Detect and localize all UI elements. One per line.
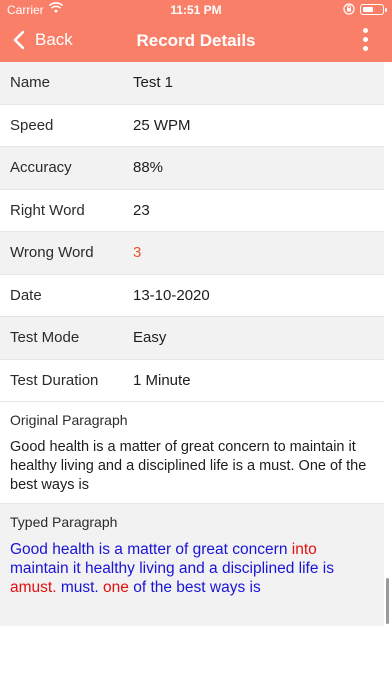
detail-label: Right Word [10, 201, 85, 219]
typed-segment-wrong: one [103, 579, 129, 596]
typed-paragraph-title: Typed Paragraph [10, 514, 118, 530]
more-options-icon[interactable] [360, 28, 370, 54]
app-header: Carrier 11:51 PM Back Record Details [0, 0, 392, 62]
detail-label: Date [10, 286, 42, 304]
detail-value: Test 1 [133, 74, 174, 92]
typed-paragraph-text: Good health is a matter of great concern… [10, 540, 374, 597]
detail-label: Wrong Word [10, 244, 94, 262]
detail-row-right-word: Right Word 23 [0, 190, 384, 232]
detail-row-name: Name Test 1 [0, 62, 384, 105]
detail-value: 88% [133, 159, 164, 177]
detail-value: 23 [133, 201, 150, 219]
typed-segment-correct: Good health is a matter of great concern [10, 541, 292, 558]
detail-label: Name [10, 74, 51, 92]
typed-segment-correct: maintain it healthy living and a discipl… [10, 560, 334, 577]
detail-value: 13-10-2020 [133, 286, 210, 304]
scrollbar-thumb[interactable] [386, 578, 389, 624]
status-bar: Carrier 11:51 PM [0, 0, 392, 20]
original-paragraph-section: Original Paragraph Good health is a matt… [0, 402, 384, 504]
detail-label: Speed [10, 116, 54, 134]
typed-segment-wrong: amust. [10, 579, 57, 596]
record-details: Name Test 1 Speed 25 WPM Accuracy 88% Ri… [0, 62, 384, 626]
detail-value: 25 WPM [133, 116, 191, 134]
status-time: 11:51 PM [170, 3, 222, 17]
original-paragraph-text: Good health is a matter of great concern… [10, 439, 367, 493]
detail-row-test-mode: Test Mode Easy [0, 317, 384, 360]
detail-row-speed: Speed 25 WPM [0, 105, 384, 147]
typed-paragraph-section: Typed Paragraph Good health is a matter … [0, 504, 384, 626]
detail-row-wrong-word: Wrong Word 3 [0, 232, 384, 275]
typed-segment-wrong: into [291, 541, 317, 558]
detail-value: 1 Minute [133, 371, 191, 389]
typed-segment-correct: of the best ways is [128, 579, 261, 596]
detail-value: 3 [133, 244, 142, 262]
detail-row-date: Date 13-10-2020 [0, 275, 384, 317]
original-paragraph-title: Original Paragraph [10, 412, 128, 428]
detail-label: Test Duration [10, 371, 99, 389]
detail-row-accuracy: Accuracy 88% [0, 147, 384, 190]
nav-bar: Back Record Details [0, 20, 392, 62]
detail-value: Easy [133, 329, 167, 347]
detail-row-test-duration: Test Duration 1 Minute [0, 360, 384, 402]
detail-label: Accuracy [10, 159, 72, 177]
detail-label: Test Mode [10, 329, 80, 347]
rotation-lock-icon [343, 3, 355, 18]
page-title: Record Details [136, 31, 256, 50]
typed-segment-correct: must. [56, 579, 104, 596]
battery-icon [360, 4, 387, 15]
